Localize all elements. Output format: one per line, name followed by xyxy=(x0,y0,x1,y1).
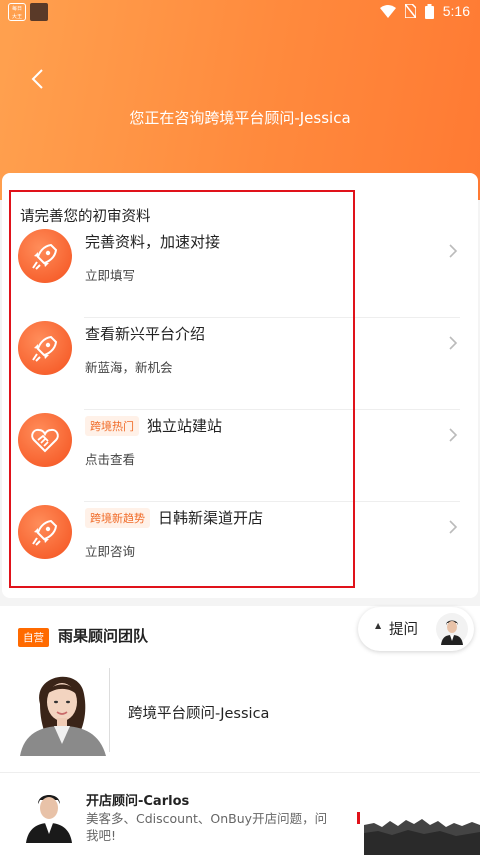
status-bar: 每日 大王 5:16 xyxy=(0,0,480,24)
no-sim-icon xyxy=(404,4,416,18)
divider xyxy=(84,317,460,318)
list-item-subtitle: 立即填写 xyxy=(85,268,136,283)
ask-question-button[interactable]: ▲ 提问 xyxy=(358,607,474,651)
divider xyxy=(109,668,110,752)
message-preview[interactable]: 美客多、Cdiscount、OnBuy开店问题，问我吧! xyxy=(86,810,336,844)
team-name: 雨果顾问团队 xyxy=(58,627,149,645)
self-operated-badge: 自营 xyxy=(18,628,49,647)
rocket-icon xyxy=(18,229,72,283)
back-icon[interactable] xyxy=(30,68,52,94)
list-item-title: 独立站建站 xyxy=(147,417,223,435)
message-sender-name[interactable]: 开店顾问-Carlos xyxy=(86,790,189,809)
list-item-japan-korea-channel[interactable]: 跨境新趋势 日韩新渠道开店 立即咨询 xyxy=(18,505,462,597)
rocket-icon xyxy=(18,321,72,375)
list-item-title: 查看新兴平台介绍 xyxy=(85,325,206,343)
divider xyxy=(0,772,480,773)
ask-button-label: 提问 xyxy=(389,622,418,638)
divider xyxy=(84,409,460,410)
consultant-photo[interactable] xyxy=(18,664,108,756)
list-item-subtitle: 立即咨询 xyxy=(85,544,136,559)
chevron-right-icon xyxy=(448,243,462,261)
consultant-name[interactable]: 跨境平台顾问-Jessica xyxy=(128,702,269,723)
avatar xyxy=(436,613,468,645)
tag-badge: 跨境热门 xyxy=(85,415,139,436)
list-item-title: 完善资料，加速对接 xyxy=(85,233,221,251)
avatar[interactable] xyxy=(24,788,74,843)
card-title: 请完善您的初审资料 xyxy=(20,209,151,225)
list-item-platform-intro[interactable]: 查看新兴平台介绍 新蓝海，新机会 xyxy=(18,321,462,413)
chevron-right-icon xyxy=(448,519,462,537)
wifi-icon xyxy=(379,4,396,18)
red-marker xyxy=(357,812,360,824)
battery-icon xyxy=(424,3,434,19)
chevron-right-icon xyxy=(448,427,462,445)
app-notification-icon: 每日 大王 xyxy=(8,3,26,21)
handshake-heart-icon xyxy=(18,413,72,467)
screenshot-thumbnail[interactable] xyxy=(364,801,480,855)
list-item-title: 日韩新渠道开店 xyxy=(158,509,264,527)
header-background xyxy=(0,0,480,200)
chevron-right-icon xyxy=(448,335,462,353)
tag-badge: 跨境新趋势 xyxy=(85,507,150,528)
list-item-subtitle: 新蓝海，新机会 xyxy=(85,360,173,375)
rocket-icon xyxy=(18,505,72,559)
list-item-complete-profile[interactable]: 完善资料，加速对接 立即填写 xyxy=(18,229,462,321)
clock: 5:16 xyxy=(442,3,470,19)
notification-thumbnail-icon xyxy=(30,3,48,21)
list-item-independent-site[interactable]: 跨境热门 独立站建站 点击查看 xyxy=(18,413,462,505)
page-title: 您正在咨询跨境平台顾问-Jessica xyxy=(129,109,351,127)
caret-up-icon: ▲ xyxy=(375,621,382,630)
list-item-subtitle: 点击查看 xyxy=(85,452,136,467)
divider xyxy=(84,501,460,502)
